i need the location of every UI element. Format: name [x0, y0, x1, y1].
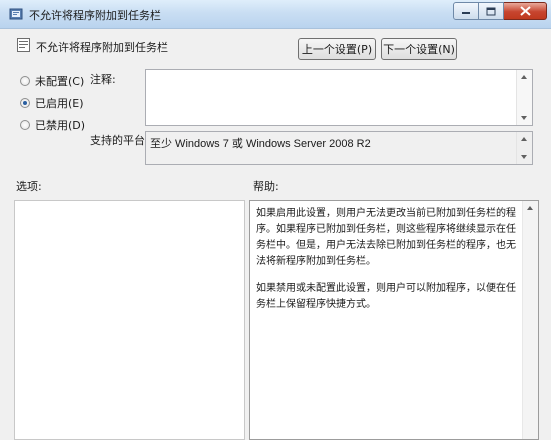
close-icon	[519, 6, 531, 16]
supported-platforms-value: 至少 Windows 7 或 Windows Server 2008 R2	[150, 138, 371, 150]
policy-setting-icon	[17, 38, 30, 52]
comment-textbox[interactable]	[145, 69, 533, 126]
policy-editor-icon	[9, 8, 23, 20]
title-bar[interactable]: 不允许将程序附加到任务栏	[0, 0, 551, 29]
radio-label: 已禁用(D)	[35, 119, 86, 132]
scroll-up-arrow-icon[interactable]	[521, 75, 527, 79]
scroll-up-arrow-icon[interactable]	[527, 206, 533, 210]
supported-platforms-box: 至少 Windows 7 或 Windows Server 2008 R2	[145, 131, 533, 165]
help-section-label: 帮助:	[253, 180, 279, 193]
minimize-button[interactable]	[453, 2, 479, 20]
window-title: 不允许将程序附加到任务栏	[29, 9, 161, 22]
radio-label: 未配置(C)	[35, 75, 85, 88]
policy-name: 不允许将程序附加到任务栏	[36, 41, 168, 54]
minimize-icon	[462, 12, 470, 14]
close-button[interactable]	[504, 2, 547, 20]
radio-label: 已启用(E)	[35, 97, 84, 110]
scroll-down-arrow-icon[interactable]	[521, 155, 527, 159]
maximize-button[interactable]	[479, 2, 504, 20]
next-setting-button[interactable]: 下一个设置(N)	[381, 38, 457, 60]
help-pane[interactable]: 如果启用此设置，则用户无法更改当前已附加到任务栏的程序。如果程序已附加到任务栏，…	[249, 200, 539, 440]
help-scrollbar[interactable]	[522, 201, 538, 439]
comment-label: 注释:	[90, 73, 116, 86]
options-pane[interactable]	[14, 200, 245, 440]
radio-button[interactable]	[20, 120, 30, 130]
radio-button[interactable]	[20, 98, 30, 108]
options-section-label: 选项:	[16, 180, 42, 193]
previous-setting-button[interactable]: 上一个设置(P)	[298, 38, 376, 60]
help-paragraph: 如果禁用或未配置此设置，则用户可以附加程序，以便在任务栏上保留程序快捷方式。	[256, 283, 516, 310]
scroll-up-arrow-icon[interactable]	[521, 137, 527, 141]
radio-disabled[interactable]: 已禁用(D)	[20, 117, 85, 133]
supported-platforms-label: 支持的平台:	[90, 134, 149, 147]
help-paragraph: 如果启用此设置，则用户无法更改当前已附加到任务栏的程序。如果程序已附加到任务栏，…	[256, 208, 516, 267]
scroll-down-arrow-icon[interactable]	[521, 116, 527, 120]
platforms-scrollbar[interactable]	[516, 132, 532, 164]
maximize-icon	[486, 7, 496, 15]
radio-enabled[interactable]: 已启用(E)	[20, 95, 84, 111]
radio-not-configured[interactable]: 未配置(C)	[20, 73, 84, 89]
comment-scrollbar[interactable]	[516, 70, 532, 125]
radio-button[interactable]	[20, 76, 30, 86]
